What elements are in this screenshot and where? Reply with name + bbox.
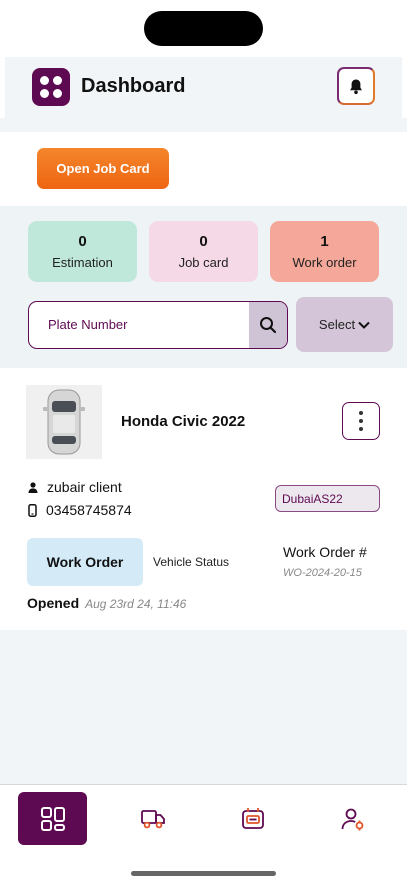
search-button[interactable] bbox=[249, 302, 287, 348]
stat-value: 0 bbox=[78, 233, 87, 250]
notification-button[interactable] bbox=[337, 67, 375, 105]
stat-label: Estimation bbox=[52, 255, 113, 270]
dashboard-icon bbox=[40, 806, 65, 831]
stat-job-card[interactable]: 0 Job card bbox=[149, 221, 258, 282]
kebab-dot bbox=[359, 419, 363, 423]
grid-dots-icon[interactable] bbox=[32, 68, 70, 106]
camera-notch bbox=[144, 11, 263, 46]
tab-profile[interactable] bbox=[318, 792, 387, 845]
select-dropdown[interactable]: Select bbox=[296, 297, 393, 352]
truck-icon bbox=[140, 809, 165, 828]
client-phone: 03458745874 bbox=[46, 502, 132, 518]
tab-vehicles[interactable] bbox=[118, 792, 187, 845]
opened-label: Opened bbox=[27, 595, 80, 611]
stat-label: Job card bbox=[178, 255, 229, 270]
content-background bbox=[0, 630, 407, 784]
stat-value: 1 bbox=[320, 233, 329, 250]
stats-panel: 0 Estimation 0 Job card 1 Work order Pla… bbox=[0, 206, 407, 368]
search-icon bbox=[260, 317, 277, 334]
select-label: Select bbox=[318, 317, 356, 332]
plate-search-input[interactable]: Plate Number bbox=[28, 301, 288, 349]
bottom-tab-bar bbox=[0, 784, 407, 883]
kebab-dot bbox=[359, 411, 363, 415]
tab-job-cards[interactable] bbox=[218, 792, 287, 845]
vehicle-status-label: Vehicle Status bbox=[153, 555, 230, 569]
page-title: Dashboard bbox=[81, 75, 186, 97]
work-order-number: WO-2024-20-15 bbox=[283, 567, 362, 579]
opened-date: Aug 23rd 24, 11:46 bbox=[85, 597, 187, 611]
bell-icon bbox=[350, 79, 362, 94]
profile-settings-icon bbox=[341, 808, 363, 830]
phone-icon bbox=[28, 503, 37, 517]
search-placeholder: Plate Number bbox=[48, 317, 128, 332]
chevron-down-icon bbox=[358, 321, 370, 329]
more-options-button[interactable] bbox=[342, 402, 380, 440]
app-header: Dashboard bbox=[5, 57, 402, 118]
stat-estimation[interactable]: 0 Estimation bbox=[28, 221, 137, 282]
stat-label: Work order bbox=[292, 255, 357, 270]
header-divider bbox=[0, 118, 407, 132]
open-job-card-button[interactable]: Open Job Card bbox=[37, 148, 169, 189]
work-order-number-label: Work Order # bbox=[283, 544, 367, 560]
plate-badge: DubaiAS22 bbox=[275, 485, 380, 512]
client-row: zubair client bbox=[28, 479, 122, 495]
stat-value: 0 bbox=[199, 233, 208, 250]
kebab-dot bbox=[359, 427, 363, 431]
status-badge: Work Order bbox=[27, 538, 143, 586]
car-image bbox=[26, 385, 102, 459]
job-card-icon bbox=[241, 807, 264, 829]
stat-work-order[interactable]: 1 Work order bbox=[270, 221, 379, 282]
car-name: Honda Civic 2022 bbox=[121, 413, 246, 430]
job-card-item[interactable]: Honda Civic 2022 zubair client 034587458… bbox=[0, 368, 407, 630]
user-icon bbox=[28, 481, 38, 493]
opened-row: Opened Aug 23rd 24, 11:46 bbox=[27, 595, 186, 611]
home-indicator bbox=[131, 871, 276, 876]
phone-row: 03458745874 bbox=[28, 502, 132, 518]
client-name: zubair client bbox=[47, 479, 122, 495]
tab-dashboard[interactable] bbox=[18, 792, 87, 845]
